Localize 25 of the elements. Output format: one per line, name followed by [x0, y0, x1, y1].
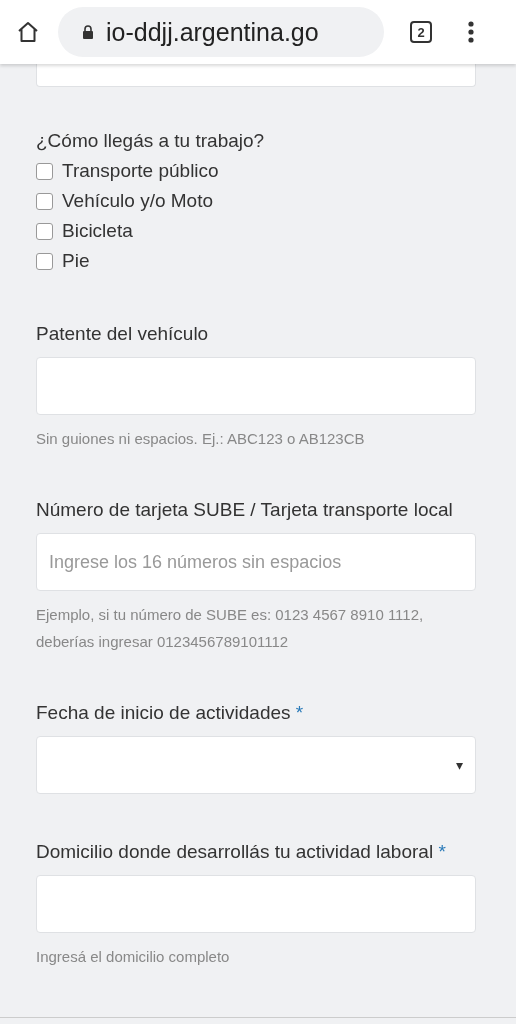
home-icon[interactable] — [16, 20, 40, 44]
field-label: Número de tarjeta SUBE / Tarjeta transporte local — [36, 498, 454, 522]
field-label: Patente del vehículo — [36, 322, 210, 346]
date-dropdown[interactable]: ▾ — [36, 736, 476, 794]
option-label: Vehículo y/o Moto — [62, 190, 214, 212]
input-field[interactable] — [36, 64, 476, 87]
option-label: Bicicleta — [62, 220, 133, 242]
input-field[interactable] — [36, 357, 476, 415]
option-label: Pie — [62, 250, 90, 272]
hint-text: Ejemplo, si tu número de SUBE es: 0123 4567 8910 1112, deberías ingresar 0123456789101112 — [36, 605, 425, 652]
field-label: Fecha de inicio de actividades * — [36, 701, 305, 725]
checkbox[interactable] — [36, 162, 53, 180]
hint-text: Sin guiones ni espacios. Ej.: ABC123 o AB123CB — [36, 429, 366, 449]
input-field[interactable]: Ingrese los 16 números sin espacios — [36, 533, 476, 591]
question-label: ¿Cómo llegás a tu trabajo? — [36, 130, 266, 153]
checkbox[interactable] — [36, 192, 53, 210]
menu-icon[interactable] — [468, 20, 474, 44]
tab-count-button[interactable]: 2 — [410, 21, 432, 43]
checkbox[interactable] — [36, 252, 53, 270]
option-label: Transporte público — [62, 160, 219, 182]
input-field[interactable] — [36, 875, 476, 933]
address-bar[interactable]: io-ddjj.argentina.go — [58, 7, 384, 57]
field-label: Domicilio donde desarrollás tu actividad laboral * — [36, 840, 447, 864]
checkbox[interactable] — [36, 222, 53, 240]
hint-text: Ingresá el domicilio completo — [36, 947, 231, 967]
